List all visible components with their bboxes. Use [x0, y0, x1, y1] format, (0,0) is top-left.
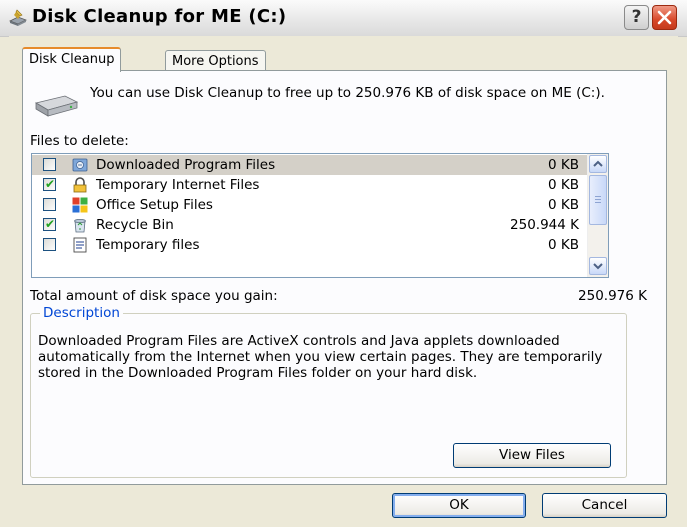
thumb-grip [595, 199, 601, 200]
list-item-recycle-bin[interactable]: ✔ Recycle Bin 250.944 K [32, 215, 589, 235]
file-checkbox[interactable] [43, 158, 56, 171]
tab-panel: You can use Disk Cleanup to free up to 2… [22, 70, 667, 485]
description-text: Downloaded Program Files are ActiveX con… [38, 333, 603, 381]
file-checkbox[interactable] [43, 198, 56, 211]
close-button[interactable] [652, 5, 677, 30]
temp-files-icon [73, 237, 87, 253]
vertical-scrollbar[interactable] [587, 154, 608, 277]
file-size: 250.944 K [510, 217, 579, 233]
title-bar[interactable]: Disk Cleanup for ME (C:) ? [0, 0, 687, 37]
description-legend: Description [40, 305, 123, 321]
checkmark-icon: ✔ [45, 177, 56, 191]
tab-disk-cleanup[interactable]: Disk Cleanup [22, 47, 122, 72]
scroll-down-button[interactable] [589, 257, 607, 275]
lock-icon [73, 177, 87, 193]
file-checkbox[interactable]: ✔ [43, 177, 56, 191]
list-item-temporary-files[interactable]: Temporary files 0 KB [32, 235, 589, 255]
checkmark-icon: ✔ [45, 217, 56, 231]
file-name: Recycle Bin [96, 217, 174, 233]
disk-cleanup-window: Disk Cleanup for ME (C:) ? Disk Cleanup … [0, 0, 687, 527]
thumb-grip [595, 202, 601, 203]
cancel-button[interactable]: Cancel [542, 493, 667, 518]
file-name: Temporary Internet Files [96, 177, 260, 193]
office-icon [72, 197, 88, 213]
chevron-down-icon [593, 263, 603, 270]
file-checkbox[interactable] [43, 238, 56, 251]
intro-text: You can use Disk Cleanup to free up to 2… [90, 85, 605, 101]
file-name: Office Setup Files [96, 197, 213, 213]
ok-button[interactable]: OK [392, 493, 526, 518]
description-group: Description Downloaded Program Files are… [30, 305, 627, 478]
file-size: 0 KB [548, 177, 579, 193]
scroll-up-button[interactable] [589, 155, 607, 173]
files-listbox[interactable]: Downloaded Program Files 0 KB ✔ Temporar… [31, 153, 609, 278]
chevron-up-icon [593, 160, 603, 167]
downloaded-files-icon [72, 158, 88, 172]
scroll-thumb[interactable] [589, 175, 607, 225]
list-item-office-setup-files[interactable]: Office Setup Files 0 KB [32, 195, 589, 215]
file-name: Downloaded Program Files [96, 157, 276, 173]
view-files-button[interactable]: View Files [453, 443, 611, 468]
list-item-downloaded-program-files[interactable]: Downloaded Program Files 0 KB [32, 155, 589, 175]
dialog-client-area: Disk Cleanup More Options You can use Di… [9, 36, 678, 527]
recycle-bin-icon [74, 219, 86, 233]
file-checkbox[interactable]: ✔ [43, 217, 56, 231]
file-name: Temporary files [96, 237, 200, 253]
close-icon [657, 10, 672, 25]
window-title: Disk Cleanup for ME (C:) [32, 6, 287, 27]
file-size: 0 KB [548, 237, 579, 253]
total-space-value: 250.976 K [578, 288, 647, 304]
help-button[interactable]: ? [624, 5, 649, 30]
tab-more-options[interactable]: More Options [165, 50, 266, 72]
list-item-temporary-internet-files[interactable]: ✔ Temporary Internet Files 0 KB [32, 175, 589, 195]
file-size: 0 KB [548, 157, 579, 173]
file-size: 0 KB [548, 197, 579, 213]
hard-drive-icon [34, 95, 79, 117]
disk-cleanup-app-icon [9, 9, 27, 26]
total-space-label: Total amount of disk space you gain: [30, 288, 278, 304]
thumb-grip [595, 196, 601, 197]
files-to-delete-label: Files to delete: [30, 133, 129, 149]
